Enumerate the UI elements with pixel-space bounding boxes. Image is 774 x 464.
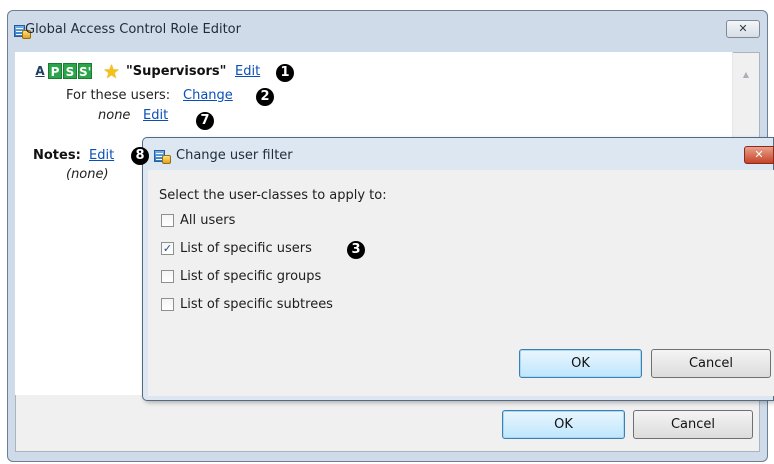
callout-7: 7 xyxy=(196,112,214,130)
star-icon: ★ xyxy=(103,61,121,83)
dialog-cancel-button[interactable]: Cancel xyxy=(651,349,771,378)
option-label: List of specific users xyxy=(180,240,312,256)
callout-8: 8 xyxy=(131,147,149,165)
change-users-link[interactable]: Change xyxy=(183,88,233,103)
badge-s: S xyxy=(63,63,77,79)
dialog-ok-button[interactable]: OK xyxy=(519,349,642,378)
dialog-title: Change user filter xyxy=(176,148,293,163)
option-specific-groups[interactable]: List of specific groups xyxy=(161,267,321,285)
option-all-users[interactable]: All users xyxy=(161,211,235,229)
for-users-label: For these users: xyxy=(66,88,171,103)
option-label: All users xyxy=(180,212,236,228)
callout-2: 2 xyxy=(256,88,274,106)
outer-cancel-button[interactable]: Cancel xyxy=(633,410,753,439)
none-edit-link[interactable]: Edit xyxy=(143,108,168,123)
checkbox-specific-subtrees[interactable] xyxy=(161,297,174,311)
dialog-app-icon xyxy=(154,148,171,164)
option-label: List of specific groups xyxy=(180,268,322,284)
option-specific-subtrees[interactable]: List of specific subtrees xyxy=(161,295,333,313)
outer-window-title: Global Access Control Role Editor xyxy=(25,22,241,37)
option-specific-users[interactable]: ✓ List of specific users xyxy=(161,239,312,257)
notes-value: (none) xyxy=(66,167,109,182)
role-name: "Supervisors" xyxy=(126,64,227,79)
badge-a: A xyxy=(35,64,45,78)
badge-s-prime: S' xyxy=(78,63,92,79)
checkbox-all-users[interactable] xyxy=(161,213,174,227)
checkbox-specific-users[interactable]: ✓ xyxy=(161,241,174,255)
none-label: none xyxy=(98,108,131,123)
select-classes-label: Select the user-classes to apply to: xyxy=(159,188,387,203)
role-name-edit-link[interactable]: Edit xyxy=(235,64,260,79)
callout-1: 1 xyxy=(276,64,294,82)
scroll-up-arrow-icon[interactable]: ▲ xyxy=(740,70,752,80)
option-label: List of specific subtrees xyxy=(180,296,333,312)
notes-label: Notes: xyxy=(33,148,81,163)
callout-3: 3 xyxy=(347,241,365,259)
checkbox-specific-groups[interactable] xyxy=(161,269,174,283)
dialog-close-button[interactable]: ✕ xyxy=(744,146,774,164)
permission-badges: A P S S' xyxy=(33,63,93,80)
close-icon: ✕ xyxy=(738,22,748,35)
notes-edit-link[interactable]: Edit xyxy=(89,148,114,163)
outer-ok-button[interactable]: OK xyxy=(502,410,625,439)
outer-close-button[interactable]: ✕ xyxy=(726,20,760,38)
close-icon: ✕ xyxy=(754,148,764,161)
badge-p: P xyxy=(48,63,62,79)
